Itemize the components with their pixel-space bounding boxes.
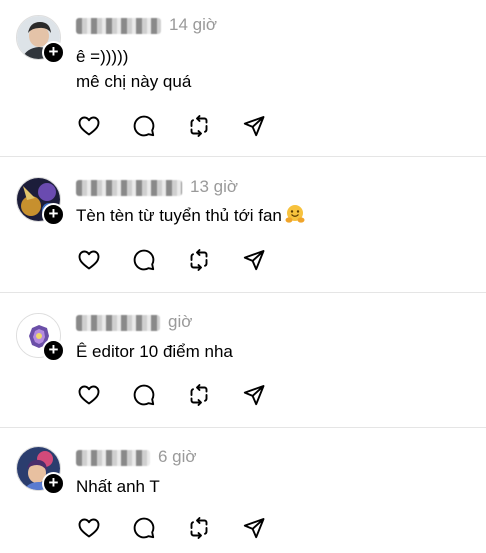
post-header: 13 giờ <box>76 176 238 198</box>
post-header: 6 giờ <box>76 446 197 468</box>
post-header: 14 giờ <box>76 14 217 36</box>
repost-icon <box>190 384 208 406</box>
avatar-container[interactable]: + <box>16 15 65 64</box>
timestamp: 6 giờ <box>158 447 197 466</box>
send-icon <box>243 385 265 406</box>
share-button[interactable] <box>242 248 266 272</box>
post-header: giờ <box>76 311 192 333</box>
avatar-container[interactable]: + <box>16 313 65 362</box>
share-button[interactable] <box>242 114 266 138</box>
reply-post: + giờ Ê editor 10 điểm nha <box>0 293 486 428</box>
repost-button[interactable] <box>187 383 211 407</box>
comment-icon <box>133 249 155 271</box>
comment-icon <box>133 384 155 406</box>
send-icon <box>243 518 265 539</box>
heart-icon <box>78 385 100 405</box>
post-actions <box>77 516 297 540</box>
reply-feed: + 14 giờ ê =))))) mê chị này quá + 13 gi… <box>0 0 486 553</box>
timestamp: 13 giờ <box>190 177 239 196</box>
username[interactable] <box>76 15 161 35</box>
like-button[interactable] <box>77 114 101 138</box>
follow-plus-button[interactable]: + <box>42 41 65 64</box>
reply-button[interactable] <box>132 114 156 138</box>
post-text-line: ê =))))) <box>76 47 129 66</box>
reply-button[interactable] <box>132 383 156 407</box>
post-text: Tèn tèn từ tuyển thủ tới fan <box>76 203 306 232</box>
send-icon <box>243 250 265 271</box>
like-button[interactable] <box>77 248 101 272</box>
like-button[interactable] <box>77 516 101 540</box>
avatar-container[interactable]: + <box>16 446 65 495</box>
reply-button[interactable] <box>132 248 156 272</box>
post-text-line: mê chị này quá <box>76 72 192 91</box>
reply-post: + 13 giờ Tèn tèn từ tuyển thủ tới fan <box>0 157 486 293</box>
reply-post: + 14 giờ ê =))))) mê chị này quá <box>0 0 486 157</box>
post-actions <box>77 383 297 407</box>
timestamp: giờ <box>168 312 193 331</box>
like-button[interactable] <box>77 383 101 407</box>
post-actions <box>77 114 297 138</box>
reply-button[interactable] <box>132 516 156 540</box>
follow-plus-button[interactable]: + <box>42 203 65 226</box>
repost-icon <box>190 249 208 271</box>
repost-button[interactable] <box>187 516 211 540</box>
post-text: Nhất anh T <box>76 474 160 499</box>
heart-icon <box>78 250 100 270</box>
heart-icon <box>78 518 100 538</box>
post-text: Ê editor 10 điểm nha <box>76 339 233 364</box>
repost-button[interactable] <box>187 248 211 272</box>
heart-icon <box>78 116 100 136</box>
post-text-line: Nhất anh T <box>76 477 160 496</box>
post-actions <box>77 248 297 272</box>
timestamp: 14 giờ <box>169 15 218 34</box>
username[interactable] <box>76 312 160 332</box>
comment-icon <box>133 517 155 539</box>
hugging-face-emoji-icon <box>284 203 306 232</box>
post-text: ê =))))) mê chị này quá <box>76 44 191 94</box>
follow-plus-button[interactable]: + <box>42 472 65 495</box>
avatar-container[interactable]: + <box>16 177 65 226</box>
share-button[interactable] <box>242 516 266 540</box>
username[interactable] <box>76 447 150 467</box>
username[interactable] <box>76 177 182 197</box>
send-icon <box>243 116 265 137</box>
post-text-line: Ê editor 10 điểm nha <box>76 342 233 361</box>
share-button[interactable] <box>242 383 266 407</box>
reply-post: + 6 giờ Nhất anh T <box>0 428 486 553</box>
comment-icon <box>133 115 155 137</box>
follow-plus-button[interactable]: + <box>42 339 65 362</box>
repost-button[interactable] <box>187 114 211 138</box>
post-text-line: Tèn tèn từ tuyển thủ tới fan <box>76 203 306 232</box>
repost-icon <box>190 517 208 539</box>
repost-icon <box>190 115 208 137</box>
